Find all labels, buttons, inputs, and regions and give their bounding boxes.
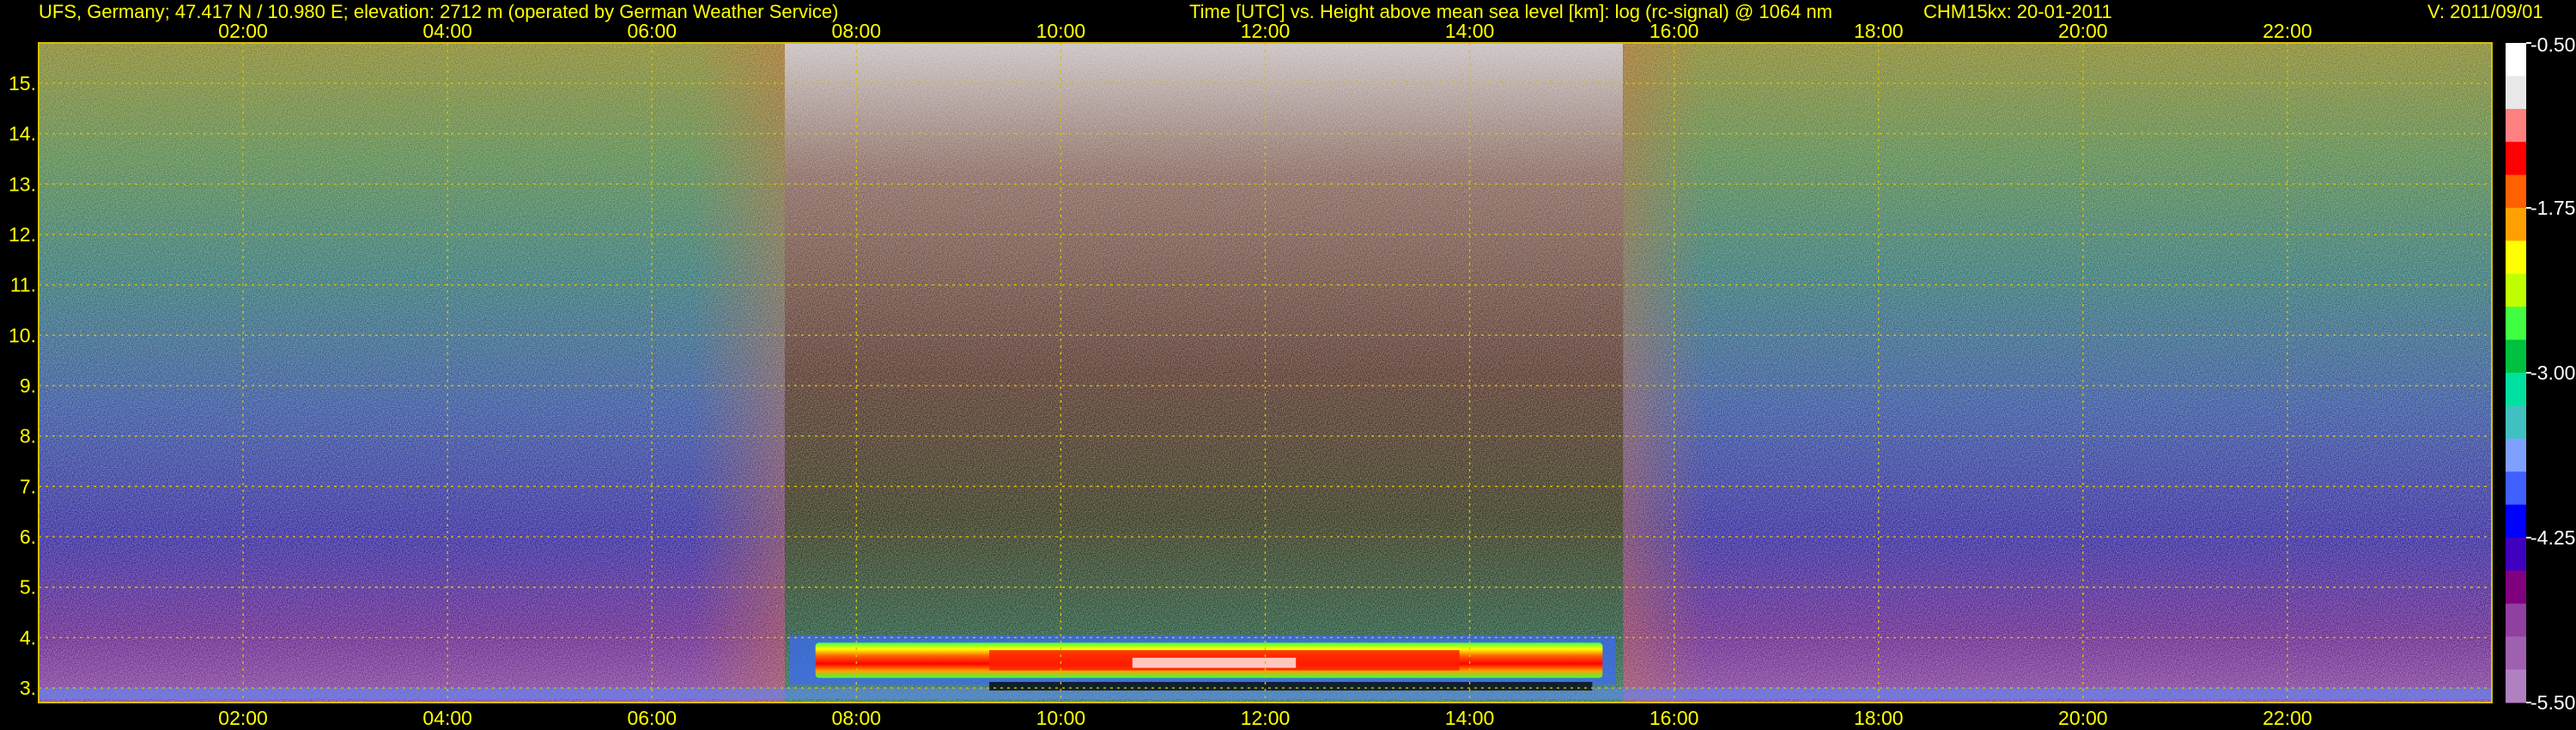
y-tick-label: 15.	[9, 72, 36, 94]
colorbar-tick-label: -0.50	[2530, 33, 2575, 56]
y-tick-label: 12.	[9, 223, 36, 246]
colorbar-segment	[2506, 471, 2526, 506]
colorbar-tick-label: -4.25	[2530, 526, 2575, 549]
colorbar-segment	[2506, 142, 2526, 176]
near-surface-gap	[989, 682, 1593, 691]
colorbar-segment	[2506, 76, 2526, 110]
colorbar-segment	[2506, 373, 2526, 406]
x-tick-label-bottom: 20:00	[2058, 707, 2108, 729]
x-tick-label-top: 08:00	[832, 20, 882, 42]
colorbar-segment	[2506, 405, 2526, 440]
x-tick-label-top: 06:00	[627, 20, 677, 42]
colorbar-segment	[2506, 570, 2526, 605]
y-tick-label: 11.	[10, 274, 36, 296]
x-tick-label-top: 16:00	[1649, 20, 1699, 42]
colorbar-segment	[2506, 339, 2526, 374]
colorbar-segment	[2506, 240, 2526, 275]
x-tick-label-bottom: 16:00	[1649, 707, 1699, 729]
y-tick-label: 6.	[20, 526, 36, 548]
y-tick-label: 8.	[20, 425, 36, 447]
y-tick-label: 7.	[20, 475, 36, 497]
x-tick-label-bottom: 18:00	[1854, 707, 1904, 729]
x-tick-label-top: 18:00	[1854, 20, 1904, 42]
x-tick-label-bottom: 08:00	[832, 707, 882, 729]
y-tick-label: 5.	[20, 576, 36, 599]
colorbar-segment	[2506, 174, 2526, 209]
colorbar: -0.50 -1.75 -3.00 -4.25 -5.50	[2506, 33, 2575, 714]
colorbar-segment	[2506, 43, 2526, 76]
y-tick-label: 4.	[20, 626, 36, 648]
colorbar-segment	[2506, 538, 2526, 571]
colorbar-segment	[2506, 636, 2526, 671]
x-tick-label-bottom: 04:00	[422, 707, 472, 729]
lidar-chart: 02:00 02:00 04:00 04:00 06:00 06:00 08:00 08:00…	[9, 20, 2575, 729]
colorbar-segment	[2506, 273, 2526, 307]
y-tick-label: 9.	[20, 374, 36, 397]
x-tick-label-bottom: 14:00	[1445, 707, 1495, 729]
colorbar-segment	[2506, 307, 2526, 341]
y-tick-label: 14.	[9, 123, 36, 145]
colorbar-segment	[2506, 108, 2526, 143]
colorbar-tick-label: -5.50	[2530, 691, 2575, 714]
colorbar-segment	[2506, 438, 2526, 472]
x-tick-label-bottom: 12:00	[1241, 707, 1291, 729]
x-tick-label-top: 04:00	[422, 20, 472, 42]
y-tick-label: 10.	[9, 324, 36, 346]
x-tick-label-top: 22:00	[2263, 20, 2312, 42]
y-tick-label: 13.	[9, 173, 36, 195]
colorbar-tick-label: -3.00	[2530, 362, 2575, 384]
colorbar-segment	[2506, 603, 2526, 637]
x-tick-label-bottom: 10:00	[1036, 707, 1086, 729]
layer-peak	[1132, 657, 1297, 668]
colorbar-segment	[2506, 669, 2526, 703]
x-tick-label-bottom: 02:00	[218, 707, 268, 729]
x-tick-label-top: 20:00	[2058, 20, 2108, 42]
colorbar-tick-label: -1.75	[2530, 197, 2575, 219]
x-tick-label-top: 10:00	[1036, 20, 1086, 42]
colorbar-segment	[2506, 504, 2526, 538]
y-tick-label: 3.	[20, 677, 36, 699]
x-tick-label-top: 12:00	[1241, 20, 1291, 42]
x-tick-label-bottom: 22:00	[2263, 707, 2312, 729]
x-tick-label-bottom: 06:00	[627, 707, 677, 729]
x-tick-label-top: 14:00	[1445, 20, 1495, 42]
colorbar-segment	[2506, 208, 2526, 241]
x-tick-label-top: 02:00	[218, 20, 268, 42]
